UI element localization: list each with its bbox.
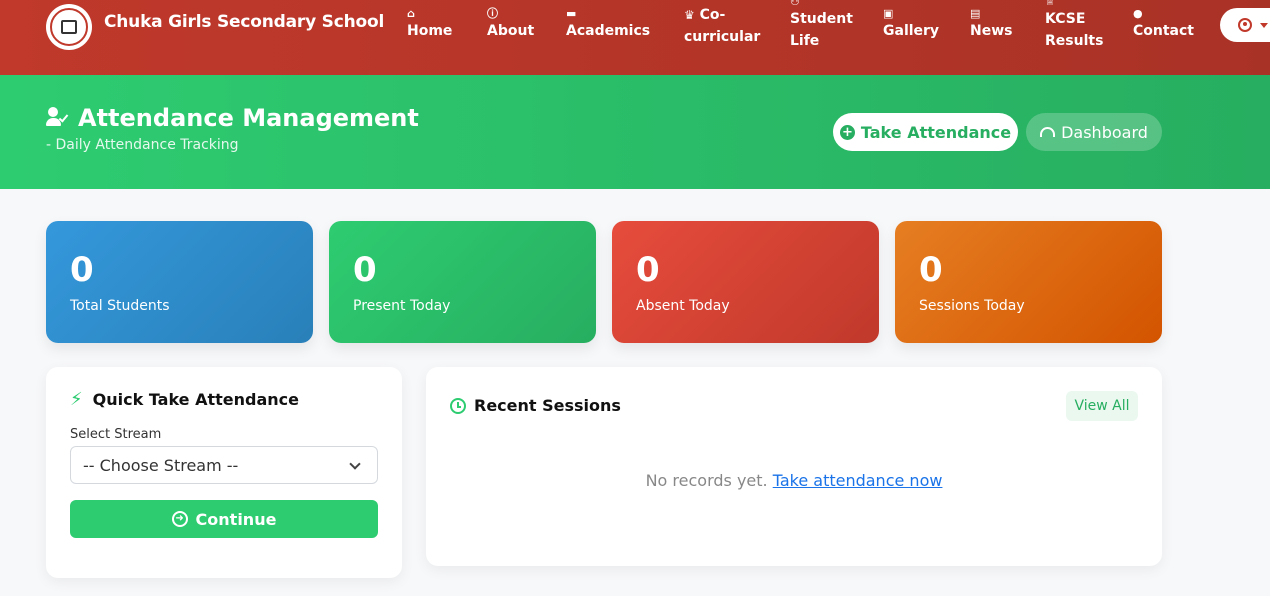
- nav-contact[interactable]: ● Contact: [1133, 8, 1194, 42]
- plus-circle-icon: +: [839, 124, 855, 140]
- gauge-icon: [1040, 127, 1056, 137]
- page-subtitle: - Daily Attendance Tracking: [46, 137, 239, 153]
- bolt-icon: ⚡: [70, 388, 83, 410]
- nav-co-curricular[interactable]: ♛ Co- curricular: [684, 4, 760, 48]
- stat-total-students: 0 Total Students: [46, 221, 313, 343]
- school-logo[interactable]: [46, 4, 92, 50]
- book-icon: ▬: [566, 7, 577, 20]
- stat-present-today: 0 Present Today: [329, 221, 596, 343]
- stat-value: 0: [70, 250, 94, 290]
- caret-down-icon: [1260, 22, 1268, 28]
- chat-icon: ●: [1133, 7, 1143, 20]
- top-navbar: Chuka Girls Secondary School ⌂ Home ⓘ Ab…: [0, 0, 1270, 75]
- stat-label: Present Today: [353, 298, 451, 314]
- info-icon: ⓘ: [487, 7, 498, 20]
- stream-label: Select Stream: [70, 427, 162, 442]
- stat-value: 0: [353, 250, 377, 290]
- nav-about[interactable]: ⓘ About: [487, 8, 534, 42]
- users-icon: ⚇: [790, 0, 800, 8]
- stat-value: 0: [919, 250, 943, 290]
- home-icon: ⌂: [407, 7, 415, 20]
- arrow-circle-right-icon: ➜: [171, 511, 188, 527]
- trophy-icon: ♛: [684, 8, 695, 22]
- user-check-icon: [46, 107, 70, 129]
- award-icon: ♕: [1045, 0, 1055, 8]
- nav-academics[interactable]: ▬ Academics: [566, 8, 650, 42]
- stat-label: Sessions Today: [919, 298, 1025, 314]
- stat-label: Total Students: [70, 298, 170, 314]
- stat-label: Absent Today: [636, 298, 730, 314]
- chevron-down-icon: [349, 458, 361, 470]
- stat-absent-today: 0 Absent Today: [612, 221, 879, 343]
- image-icon: ▣: [883, 7, 894, 20]
- stat-value: 0: [636, 250, 660, 290]
- stat-sessions-today: 0 Sessions Today: [895, 221, 1162, 343]
- dashboard-button[interactable]: Dashboard: [1026, 113, 1162, 151]
- page-title: Attendance Management: [46, 104, 419, 132]
- card-title: ⚡ Quick Take Attendance: [70, 388, 299, 410]
- continue-button[interactable]: ➜ Continue: [70, 500, 378, 538]
- nav-kcse-results[interactable]: ♕ KCSE Results: [1045, 0, 1103, 52]
- stream-select[interactable]: -- Choose Stream --: [70, 446, 378, 484]
- view-all-button[interactable]: View All: [1066, 391, 1138, 421]
- nav-student-life[interactable]: ⚇ Student Life: [790, 0, 853, 52]
- nav-home[interactable]: ⌂ Home: [407, 8, 452, 42]
- card-title: Recent Sessions: [450, 396, 621, 415]
- empty-state: No records yet. Take attendance now: [645, 471, 943, 490]
- nav-gallery[interactable]: ▣ Gallery: [883, 8, 939, 42]
- nav-news[interactable]: ▤ News: [970, 8, 1012, 42]
- account-menu-button[interactable]: [1220, 8, 1270, 42]
- school-crest-icon: [50, 8, 88, 46]
- quick-take-attendance-card: ⚡ Quick Take Attendance Select Stream --…: [46, 367, 402, 578]
- newspaper-icon: ▤: [970, 7, 981, 20]
- clock-icon: [450, 397, 466, 414]
- page-header: Attendance Management - Daily Attendance…: [0, 75, 1270, 189]
- take-attendance-button[interactable]: + Take Attendance: [833, 113, 1018, 151]
- user-circle-icon: [1238, 18, 1252, 32]
- take-attendance-now-link[interactable]: Take attendance now: [773, 471, 943, 490]
- brand-name[interactable]: Chuka Girls Secondary School: [104, 12, 384, 32]
- recent-sessions-card: Recent Sessions View All No records yet.…: [426, 367, 1162, 566]
